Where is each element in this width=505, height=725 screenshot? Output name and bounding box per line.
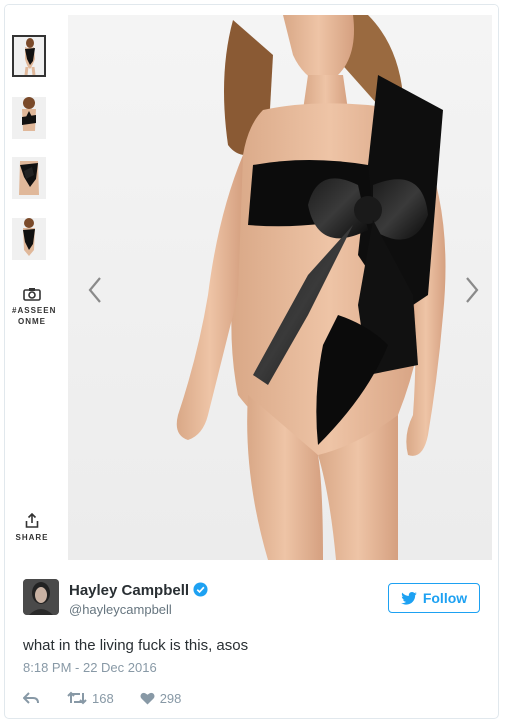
thumbnail-strip: #ASSEEN ONME SHARE (5, 5, 65, 565)
share-label: SHARE (15, 533, 49, 542)
author-handle[interactable]: @hayleycampbell (69, 602, 172, 617)
like-button[interactable]: 298 (140, 690, 182, 706)
share-icon (25, 513, 39, 528)
as-seen-on-me-button[interactable]: #ASSEEN ONME (5, 287, 59, 327)
product-photo (68, 15, 492, 560)
retweet-count: 168 (92, 690, 114, 706)
thumbnail-3[interactable] (12, 157, 46, 199)
chevron-left-icon (88, 277, 101, 303)
as-seen-on-me-label: #ASSEEN ONME (12, 306, 57, 326)
retweet-icon (67, 691, 87, 705)
tweet-text: what in the living fuck is this, asos (23, 637, 249, 654)
follow-button-label: Follow (422, 590, 468, 606)
previous-image-button[interactable] (85, 275, 107, 305)
follow-button[interactable]: Follow (388, 583, 480, 613)
twitter-bird-icon (401, 591, 417, 605)
thumbnail-2[interactable] (12, 97, 46, 139)
avatar[interactable] (23, 579, 59, 615)
thumbnail-1[interactable] (12, 35, 46, 77)
like-count: 298 (159, 690, 182, 706)
camera-icon (23, 288, 41, 301)
reply-icon (23, 692, 39, 704)
tweet-timestamp[interactable]: 8:18 PM - 22 Dec 2016 (23, 660, 157, 675)
tweet-media[interactable]: #ASSEEN ONME SHARE (5, 5, 498, 565)
tweet-author: Hayley Campbell @hayleycampbell Follow (23, 579, 483, 619)
tweet-actions: 168 298 (23, 688, 181, 708)
tweet-card: #ASSEEN ONME SHARE Hayley Campbell @hayl… (4, 4, 499, 719)
next-image-button[interactable] (460, 275, 482, 305)
retweet-button[interactable]: 168 (67, 691, 114, 706)
chevron-right-icon (466, 277, 479, 303)
verified-icon (193, 582, 208, 597)
share-button[interactable]: SHARE (5, 513, 59, 543)
heart-icon (140, 692, 155, 705)
author-display-name[interactable]: Hayley Campbell (69, 582, 208, 599)
thumbnail-4[interactable] (12, 218, 46, 260)
reply-button[interactable] (23, 691, 39, 705)
author-name-text: Hayley Campbell (69, 582, 190, 599)
